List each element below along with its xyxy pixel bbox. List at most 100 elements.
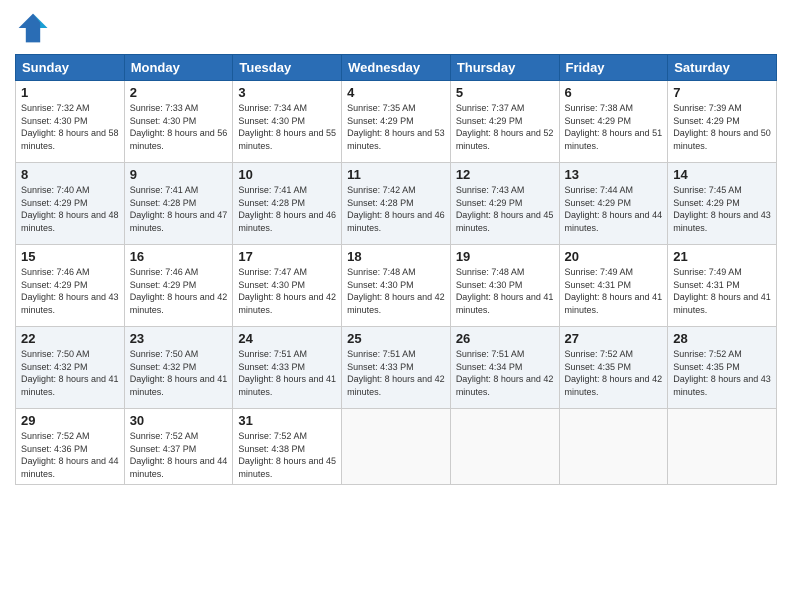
day-number: 28 — [673, 331, 771, 346]
day-info: Sunrise: 7:51 AM Sunset: 4:34 PM Dayligh… — [456, 348, 554, 398]
calendar-cell: 9 Sunrise: 7:41 AM Sunset: 4:28 PM Dayli… — [124, 163, 233, 245]
day-number: 25 — [347, 331, 445, 346]
calendar-week-4: 22 Sunrise: 7:50 AM Sunset: 4:32 PM Dayl… — [16, 327, 777, 409]
calendar-header-monday: Monday — [124, 55, 233, 81]
day-number: 9 — [130, 167, 228, 182]
calendar-cell: 2 Sunrise: 7:33 AM Sunset: 4:30 PM Dayli… — [124, 81, 233, 163]
day-info: Sunrise: 7:39 AM Sunset: 4:29 PM Dayligh… — [673, 102, 771, 152]
calendar-cell: 8 Sunrise: 7:40 AM Sunset: 4:29 PM Dayli… — [16, 163, 125, 245]
day-number: 12 — [456, 167, 554, 182]
day-number: 19 — [456, 249, 554, 264]
calendar-cell — [668, 409, 777, 485]
day-info: Sunrise: 7:48 AM Sunset: 4:30 PM Dayligh… — [456, 266, 554, 316]
day-number: 17 — [238, 249, 336, 264]
day-number: 10 — [238, 167, 336, 182]
day-number: 24 — [238, 331, 336, 346]
day-number: 23 — [130, 331, 228, 346]
calendar-week-5: 29 Sunrise: 7:52 AM Sunset: 4:36 PM Dayl… — [16, 409, 777, 485]
calendar-cell: 22 Sunrise: 7:50 AM Sunset: 4:32 PM Dayl… — [16, 327, 125, 409]
day-number: 7 — [673, 85, 771, 100]
day-info: Sunrise: 7:34 AM Sunset: 4:30 PM Dayligh… — [238, 102, 336, 152]
page: SundayMondayTuesdayWednesdayThursdayFrid… — [0, 0, 792, 612]
day-number: 15 — [21, 249, 119, 264]
day-info: Sunrise: 7:42 AM Sunset: 4:28 PM Dayligh… — [347, 184, 445, 234]
calendar-cell: 6 Sunrise: 7:38 AM Sunset: 4:29 PM Dayli… — [559, 81, 668, 163]
calendar-header-thursday: Thursday — [450, 55, 559, 81]
day-number: 5 — [456, 85, 554, 100]
calendar-cell: 25 Sunrise: 7:51 AM Sunset: 4:33 PM Dayl… — [342, 327, 451, 409]
day-info: Sunrise: 7:51 AM Sunset: 4:33 PM Dayligh… — [347, 348, 445, 398]
day-info: Sunrise: 7:43 AM Sunset: 4:29 PM Dayligh… — [456, 184, 554, 234]
calendar-cell: 5 Sunrise: 7:37 AM Sunset: 4:29 PM Dayli… — [450, 81, 559, 163]
day-info: Sunrise: 7:35 AM Sunset: 4:29 PM Dayligh… — [347, 102, 445, 152]
day-info: Sunrise: 7:48 AM Sunset: 4:30 PM Dayligh… — [347, 266, 445, 316]
day-info: Sunrise: 7:50 AM Sunset: 4:32 PM Dayligh… — [130, 348, 228, 398]
day-number: 3 — [238, 85, 336, 100]
day-info: Sunrise: 7:46 AM Sunset: 4:29 PM Dayligh… — [130, 266, 228, 316]
day-number: 22 — [21, 331, 119, 346]
calendar-header-saturday: Saturday — [668, 55, 777, 81]
day-info: Sunrise: 7:52 AM Sunset: 4:37 PM Dayligh… — [130, 430, 228, 480]
logo — [15, 10, 55, 46]
day-number: 8 — [21, 167, 119, 182]
calendar-cell: 24 Sunrise: 7:51 AM Sunset: 4:33 PM Dayl… — [233, 327, 342, 409]
day-number: 21 — [673, 249, 771, 264]
day-number: 4 — [347, 85, 445, 100]
calendar-cell: 30 Sunrise: 7:52 AM Sunset: 4:37 PM Dayl… — [124, 409, 233, 485]
calendar-cell: 10 Sunrise: 7:41 AM Sunset: 4:28 PM Dayl… — [233, 163, 342, 245]
day-number: 30 — [130, 413, 228, 428]
calendar-cell: 17 Sunrise: 7:47 AM Sunset: 4:30 PM Dayl… — [233, 245, 342, 327]
calendar-cell: 1 Sunrise: 7:32 AM Sunset: 4:30 PM Dayli… — [16, 81, 125, 163]
day-number: 27 — [565, 331, 663, 346]
day-info: Sunrise: 7:40 AM Sunset: 4:29 PM Dayligh… — [21, 184, 119, 234]
calendar-cell: 31 Sunrise: 7:52 AM Sunset: 4:38 PM Dayl… — [233, 409, 342, 485]
day-info: Sunrise: 7:52 AM Sunset: 4:35 PM Dayligh… — [565, 348, 663, 398]
calendar-cell: 12 Sunrise: 7:43 AM Sunset: 4:29 PM Dayl… — [450, 163, 559, 245]
day-info: Sunrise: 7:50 AM Sunset: 4:32 PM Dayligh… — [21, 348, 119, 398]
calendar-cell: 20 Sunrise: 7:49 AM Sunset: 4:31 PM Dayl… — [559, 245, 668, 327]
day-number: 13 — [565, 167, 663, 182]
calendar-cell: 23 Sunrise: 7:50 AM Sunset: 4:32 PM Dayl… — [124, 327, 233, 409]
calendar-cell: 27 Sunrise: 7:52 AM Sunset: 4:35 PM Dayl… — [559, 327, 668, 409]
day-number: 1 — [21, 85, 119, 100]
day-info: Sunrise: 7:45 AM Sunset: 4:29 PM Dayligh… — [673, 184, 771, 234]
header — [15, 10, 777, 46]
calendar-cell: 28 Sunrise: 7:52 AM Sunset: 4:35 PM Dayl… — [668, 327, 777, 409]
calendar-cell: 19 Sunrise: 7:48 AM Sunset: 4:30 PM Dayl… — [450, 245, 559, 327]
day-number: 14 — [673, 167, 771, 182]
logo-icon — [15, 10, 51, 46]
calendar-header-sunday: Sunday — [16, 55, 125, 81]
calendar-cell: 15 Sunrise: 7:46 AM Sunset: 4:29 PM Dayl… — [16, 245, 125, 327]
day-info: Sunrise: 7:41 AM Sunset: 4:28 PM Dayligh… — [238, 184, 336, 234]
day-info: Sunrise: 7:44 AM Sunset: 4:29 PM Dayligh… — [565, 184, 663, 234]
calendar-week-1: 1 Sunrise: 7:32 AM Sunset: 4:30 PM Dayli… — [16, 81, 777, 163]
calendar-header-wednesday: Wednesday — [342, 55, 451, 81]
day-number: 11 — [347, 167, 445, 182]
day-info: Sunrise: 7:52 AM Sunset: 4:36 PM Dayligh… — [21, 430, 119, 480]
calendar-header-friday: Friday — [559, 55, 668, 81]
day-number: 16 — [130, 249, 228, 264]
calendar-cell: 14 Sunrise: 7:45 AM Sunset: 4:29 PM Dayl… — [668, 163, 777, 245]
day-info: Sunrise: 7:49 AM Sunset: 4:31 PM Dayligh… — [565, 266, 663, 316]
day-info: Sunrise: 7:33 AM Sunset: 4:30 PM Dayligh… — [130, 102, 228, 152]
day-number: 18 — [347, 249, 445, 264]
calendar-cell — [450, 409, 559, 485]
day-info: Sunrise: 7:51 AM Sunset: 4:33 PM Dayligh… — [238, 348, 336, 398]
calendar-cell: 3 Sunrise: 7:34 AM Sunset: 4:30 PM Dayli… — [233, 81, 342, 163]
calendar-cell: 16 Sunrise: 7:46 AM Sunset: 4:29 PM Dayl… — [124, 245, 233, 327]
calendar-header-row: SundayMondayTuesdayWednesdayThursdayFrid… — [16, 55, 777, 81]
calendar-cell: 13 Sunrise: 7:44 AM Sunset: 4:29 PM Dayl… — [559, 163, 668, 245]
calendar-cell: 4 Sunrise: 7:35 AM Sunset: 4:29 PM Dayli… — [342, 81, 451, 163]
day-info: Sunrise: 7:49 AM Sunset: 4:31 PM Dayligh… — [673, 266, 771, 316]
day-info: Sunrise: 7:38 AM Sunset: 4:29 PM Dayligh… — [565, 102, 663, 152]
calendar-cell: 18 Sunrise: 7:48 AM Sunset: 4:30 PM Dayl… — [342, 245, 451, 327]
calendar-week-3: 15 Sunrise: 7:46 AM Sunset: 4:29 PM Dayl… — [16, 245, 777, 327]
calendar-cell: 21 Sunrise: 7:49 AM Sunset: 4:31 PM Dayl… — [668, 245, 777, 327]
day-number: 20 — [565, 249, 663, 264]
day-info: Sunrise: 7:52 AM Sunset: 4:35 PM Dayligh… — [673, 348, 771, 398]
calendar-week-2: 8 Sunrise: 7:40 AM Sunset: 4:29 PM Dayli… — [16, 163, 777, 245]
day-number: 2 — [130, 85, 228, 100]
day-info: Sunrise: 7:52 AM Sunset: 4:38 PM Dayligh… — [238, 430, 336, 480]
calendar-cell: 7 Sunrise: 7:39 AM Sunset: 4:29 PM Dayli… — [668, 81, 777, 163]
calendar-cell — [342, 409, 451, 485]
